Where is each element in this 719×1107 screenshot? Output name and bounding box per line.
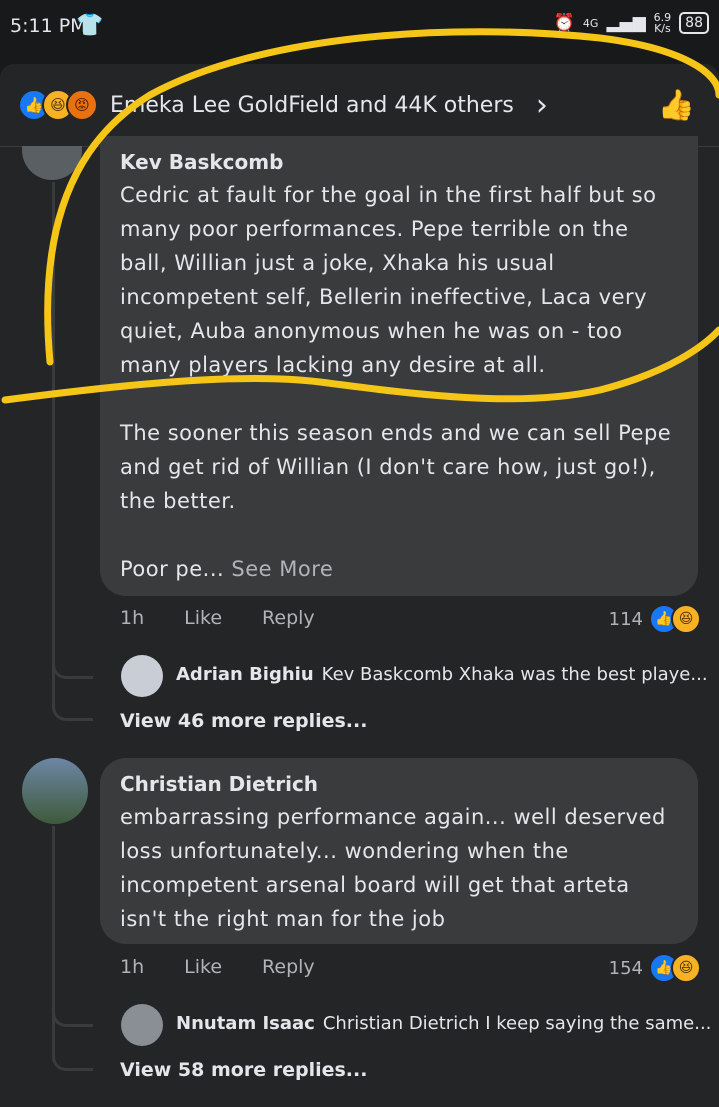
reaction-count[interactable]: 154 👍 😆	[609, 953, 701, 983]
comment-bubble[interactable]: Kev Baskcomb Cedric at fault for the goa…	[100, 136, 698, 596]
tshirt-icon: 👕	[76, 13, 104, 38]
thread-line	[52, 182, 55, 702]
comment-author[interactable]: Christian Dietrich	[120, 772, 318, 796]
reply-author[interactable]: Adrian Bighiu	[176, 664, 314, 685]
net-speed: 6.9 K/s	[653, 11, 672, 35]
comment-time: 1h	[120, 607, 145, 629]
comment-actions: 1h Like Reply	[120, 607, 315, 629]
reply-branch	[52, 650, 93, 679]
alarm-icon: ⏰	[553, 13, 575, 33]
haha-reaction-icon: 😆	[671, 604, 701, 634]
comment-paragraph: The sooner this season ends and we can s…	[120, 421, 672, 513]
reply-button[interactable]: Reply	[262, 956, 315, 978]
comment-truncated: Poor pe... See More	[120, 557, 334, 581]
reply-branch	[52, 690, 93, 721]
avatar[interactable]	[121, 655, 163, 697]
reaction-count[interactable]: 114 👍 😆	[609, 604, 701, 634]
reply-branch	[52, 998, 93, 1027]
like-button[interactable]: Like	[184, 607, 222, 629]
reaction-icons: 👍 😆 😡	[18, 89, 98, 121]
angry-reaction-icon: 😡	[66, 89, 98, 121]
comment-paragraph: Cedric at fault for the goal in the firs…	[120, 183, 657, 377]
avatar[interactable]	[22, 758, 88, 824]
signal-label: 4G	[582, 16, 599, 30]
comment-bubble[interactable]: Christian Dietrich embarrassing performa…	[100, 758, 698, 944]
reactions-summary[interactable]: Emeka Lee GoldField and 44K others	[110, 93, 514, 118]
status-icons: ⏰ 4G ▂▄▆ 6.9 K/s 88	[554, 12, 709, 34]
like-outline-icon[interactable]: 👍	[658, 88, 695, 123]
like-button[interactable]: Like	[184, 956, 222, 978]
haha-reaction-icon: 😆	[671, 953, 701, 983]
signal-icon: ▂▄▆	[606, 13, 646, 33]
chevron-right-icon[interactable]: ›	[536, 88, 548, 123]
avatar[interactable]	[121, 1004, 163, 1046]
reply-text: Kev Baskcomb Xhaka was the best playe...	[321, 664, 708, 685]
comment-time: 1h	[120, 956, 145, 978]
comment-author[interactable]: Kev Baskcomb	[120, 150, 283, 174]
battery-icon: 88	[679, 12, 709, 34]
view-more-replies[interactable]: View 46 more replies...	[120, 710, 367, 732]
status-bar: 5:11 PM 👕 ⏰ 4G ▂▄▆ 6.9 K/s 88	[0, 0, 719, 56]
reply-author[interactable]: Nnutam Isaac	[176, 1013, 315, 1034]
reply-preview[interactable]: Adrian Bighiu Kev Baskcomb Xhaka was the…	[176, 664, 708, 685]
reply-branch	[52, 1040, 93, 1071]
see-more-link[interactable]: See More	[231, 557, 333, 581]
comment-paragraph: embarrassing performance again... well d…	[120, 805, 666, 931]
view-more-replies[interactable]: View 58 more replies...	[120, 1059, 367, 1081]
reply-text: Christian Dietrich I keep saying the sam…	[322, 1013, 712, 1034]
reactions-bar[interactable]: 👍 😆 😡 Emeka Lee GoldField and 44K others…	[0, 64, 719, 147]
reply-button[interactable]: Reply	[262, 607, 315, 629]
comment-actions: 1h Like Reply	[120, 956, 315, 978]
reply-preview[interactable]: Nnutam Isaac Christian Dietrich I keep s…	[176, 1013, 711, 1034]
